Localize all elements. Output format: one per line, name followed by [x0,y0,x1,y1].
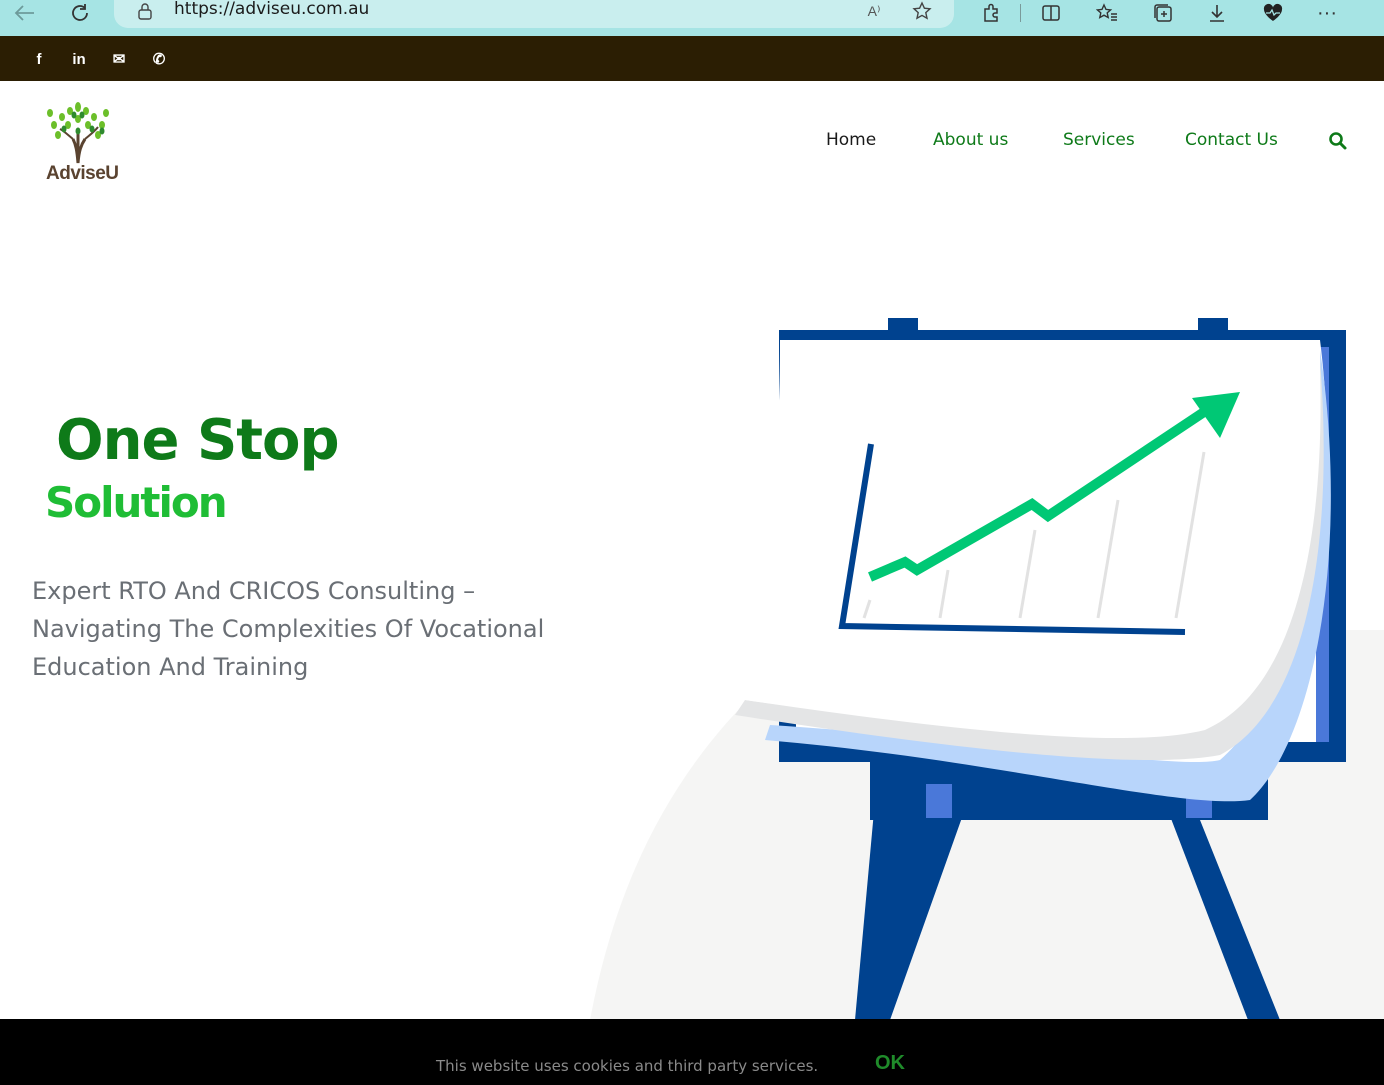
brand-name: AdviseU [46,163,119,184]
download-icon[interactable] [1204,0,1230,26]
browser-essentials-icon[interactable] [1260,0,1286,26]
cookie-ok-button[interactable]: OK [875,1052,905,1075]
more-options-icon[interactable]: ··· [1314,0,1340,26]
lock-icon [138,3,152,20]
growth-chart-illustration [580,300,1384,1020]
hero-title: One Stop [56,408,340,473]
address-bar[interactable]: https://adviseu.com.au A⁾ [114,0,954,28]
read-aloud-icon[interactable]: A⁾ [862,0,886,24]
extensions-icon[interactable] [978,0,1004,26]
back-icon[interactable] [10,0,38,26]
social-topbar: f in ✉ ✆ [0,36,1384,81]
url-text: https://adviseu.com.au [174,0,370,19]
cookie-banner: This website uses cookies and third part… [0,1019,1384,1085]
collections-icon[interactable] [1150,0,1176,26]
refresh-icon[interactable] [66,0,94,26]
toolbar-divider [1020,4,1021,22]
nav-contact-us[interactable]: Contact Us [1185,130,1278,150]
nav-services[interactable]: Services [1063,130,1135,150]
search-icon[interactable] [1328,131,1348,151]
split-screen-icon[interactable] [1038,0,1064,26]
mail-icon[interactable]: ✉ [110,50,128,68]
cookie-message: This website uses cookies and third part… [436,1057,819,1075]
site-header: AdviseU Home About us Services Contact U… [0,81,1384,201]
logo[interactable]: AdviseU [40,99,120,189]
facebook-icon[interactable]: f [30,50,48,68]
linkedin-icon[interactable]: in [70,50,88,68]
hero-subtitle: Expert RTO And CRICOS Consulting – Navig… [32,577,545,681]
nav-home[interactable]: Home [826,130,876,150]
browser-toolbar: https://adviseu.com.au A⁾ ··· [0,0,1384,36]
favorite-star-icon[interactable] [910,0,934,24]
favorites-icon[interactable] [1094,0,1120,26]
tree-icon [47,102,109,164]
phone-icon[interactable]: ✆ [150,50,168,68]
nav-about-us[interactable]: About us [933,130,1008,150]
hero-title-secondary: Solution [45,478,228,527]
